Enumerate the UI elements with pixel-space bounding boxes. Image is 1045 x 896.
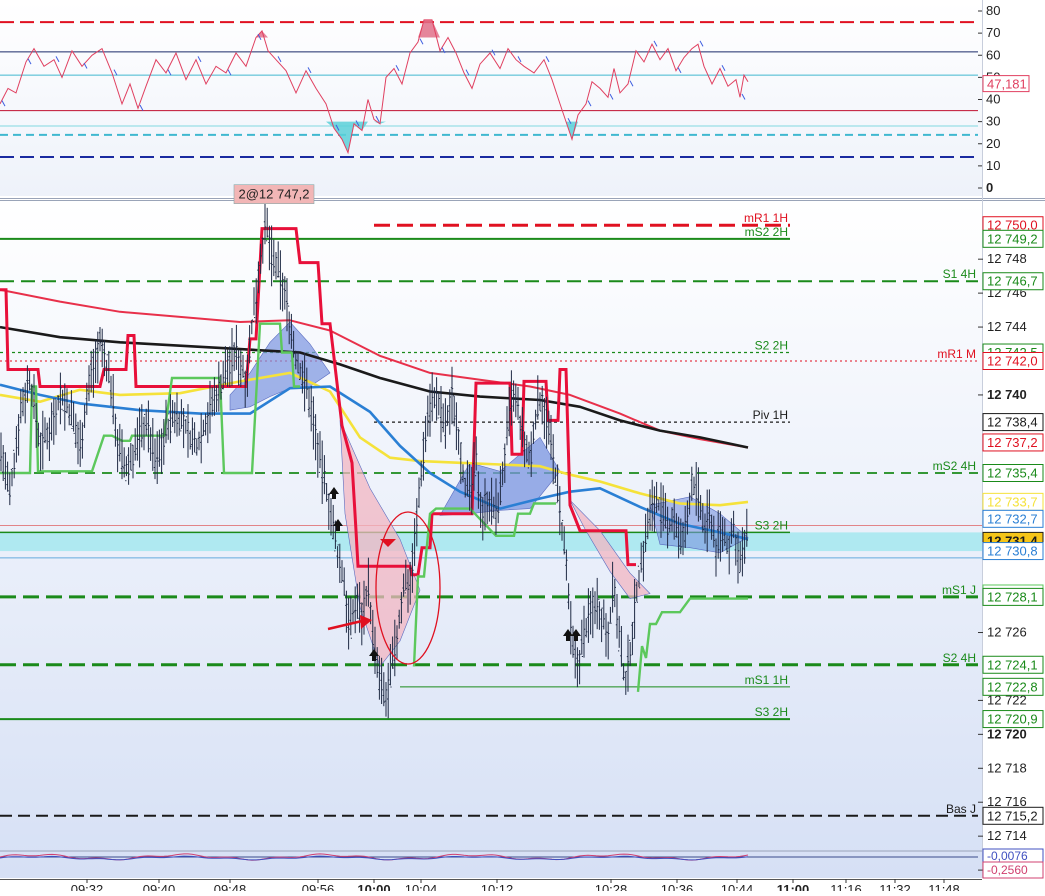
rsi-current-value: 47,181: [987, 77, 1027, 92]
rsi-tick-label: 0: [986, 180, 993, 195]
price-level-label: S2 4H: [943, 651, 976, 665]
price-tick-label: 12 718: [987, 760, 1027, 775]
time-tick-label: 10:36: [661, 882, 694, 891]
price-level-label: Piv 1H: [753, 408, 788, 422]
price-level-tag-label: 12 715,2: [987, 808, 1038, 823]
rsi-tick-label: 10: [986, 158, 1000, 173]
price-level-label: S1 4H: [943, 267, 976, 281]
price-level-label: S3 2H: [755, 518, 788, 532]
price-level-tag-label: 12 732,7: [987, 511, 1038, 526]
price-level-label: mR1 M: [937, 347, 976, 361]
chart-canvas: 8070605040302010047,181mR1 1HmS2 2HS1 4H…: [0, 0, 1045, 896]
price-level-label: S2 2H: [755, 339, 788, 353]
price-level-tag-label: 12 722,8: [987, 679, 1038, 694]
time-tick-label: 10:00: [357, 882, 390, 891]
time-tick-label: 11:00: [777, 882, 810, 891]
price-level-tag-label: 12 735,4: [987, 466, 1038, 481]
time-tick-label: 10:12: [481, 882, 514, 891]
rsi-tick-label: 30: [986, 114, 1000, 129]
time-axis: 09:32 09:40 09:48 09:56 10:00 10:04 10:12 10:28…: [0, 879, 1045, 896]
time-tick-label: 10:04: [405, 882, 438, 891]
price-level-tag-label: 12 720,9: [987, 712, 1038, 727]
price-tick-label: 12 714: [987, 828, 1027, 843]
rsi-tick-label: 80: [986, 3, 1000, 18]
oscillator-value: -0,2560: [987, 863, 1028, 877]
price-tick-label: 12 748: [987, 251, 1027, 266]
time-tick-label: 09:32: [71, 882, 104, 891]
rsi-tick-label: 60: [986, 47, 1000, 62]
oscillator-value: -0,0076: [987, 849, 1028, 863]
price-level-label: mS1 1H: [745, 673, 788, 687]
price-level-label: mS1 J: [942, 583, 976, 597]
price-tick-label: 12 744: [987, 319, 1027, 334]
rsi-panel-background: [0, 2, 982, 196]
trade-tag-label: 2@12 747,2: [238, 187, 309, 202]
price-level-label: mS2 4H: [933, 459, 976, 473]
trading-chart: 8070605040302010047,181mR1 1HmS2 2HS1 4H…: [0, 0, 1045, 896]
time-tick-label: 10:28: [595, 882, 628, 891]
price-level-label: Bas J: [946, 802, 976, 816]
time-tick-label: 11:16: [830, 882, 862, 891]
price-tick-label: 12 720: [987, 726, 1027, 741]
price-level-tag-label: 12 749,2: [987, 231, 1038, 246]
time-tick-label: 10:44: [721, 882, 754, 891]
price-level-tag-label: 12 737,2: [987, 435, 1038, 450]
time-tick-label: 09:48: [214, 882, 247, 891]
price-tick-label: 12 726: [987, 625, 1027, 640]
price-level-tag-label: 12 742,0: [987, 354, 1038, 369]
price-zone-band: [0, 532, 982, 552]
price-level-tag-label: 12 728,1: [987, 589, 1038, 604]
rsi-tick-label: 20: [986, 136, 1000, 151]
rsi-tick-label: 70: [986, 25, 1000, 40]
price-level-tag-label: 12 724,1: [987, 657, 1038, 672]
time-tick-label: 11:32: [879, 882, 911, 891]
price-level-label: mR1 1H: [744, 211, 788, 225]
price-tick-label: 12 740: [987, 387, 1027, 402]
price-level-tag-label: 12 733,7: [987, 494, 1038, 509]
time-tick-label: 11:48: [928, 882, 960, 891]
price-level-label: S3 2H: [755, 705, 788, 719]
time-tick-label: 09:40: [143, 882, 176, 891]
price-level-label: mS2 2H: [745, 225, 788, 239]
time-tick-label: 09:56: [302, 882, 335, 891]
rsi-tick-label: 40: [986, 92, 1000, 107]
price-level-tag-label: 12 730,8: [987, 544, 1038, 559]
price-level-tag-label: 12 746,7: [987, 274, 1038, 289]
price-level-tag-label: 12 738,4: [987, 415, 1038, 430]
